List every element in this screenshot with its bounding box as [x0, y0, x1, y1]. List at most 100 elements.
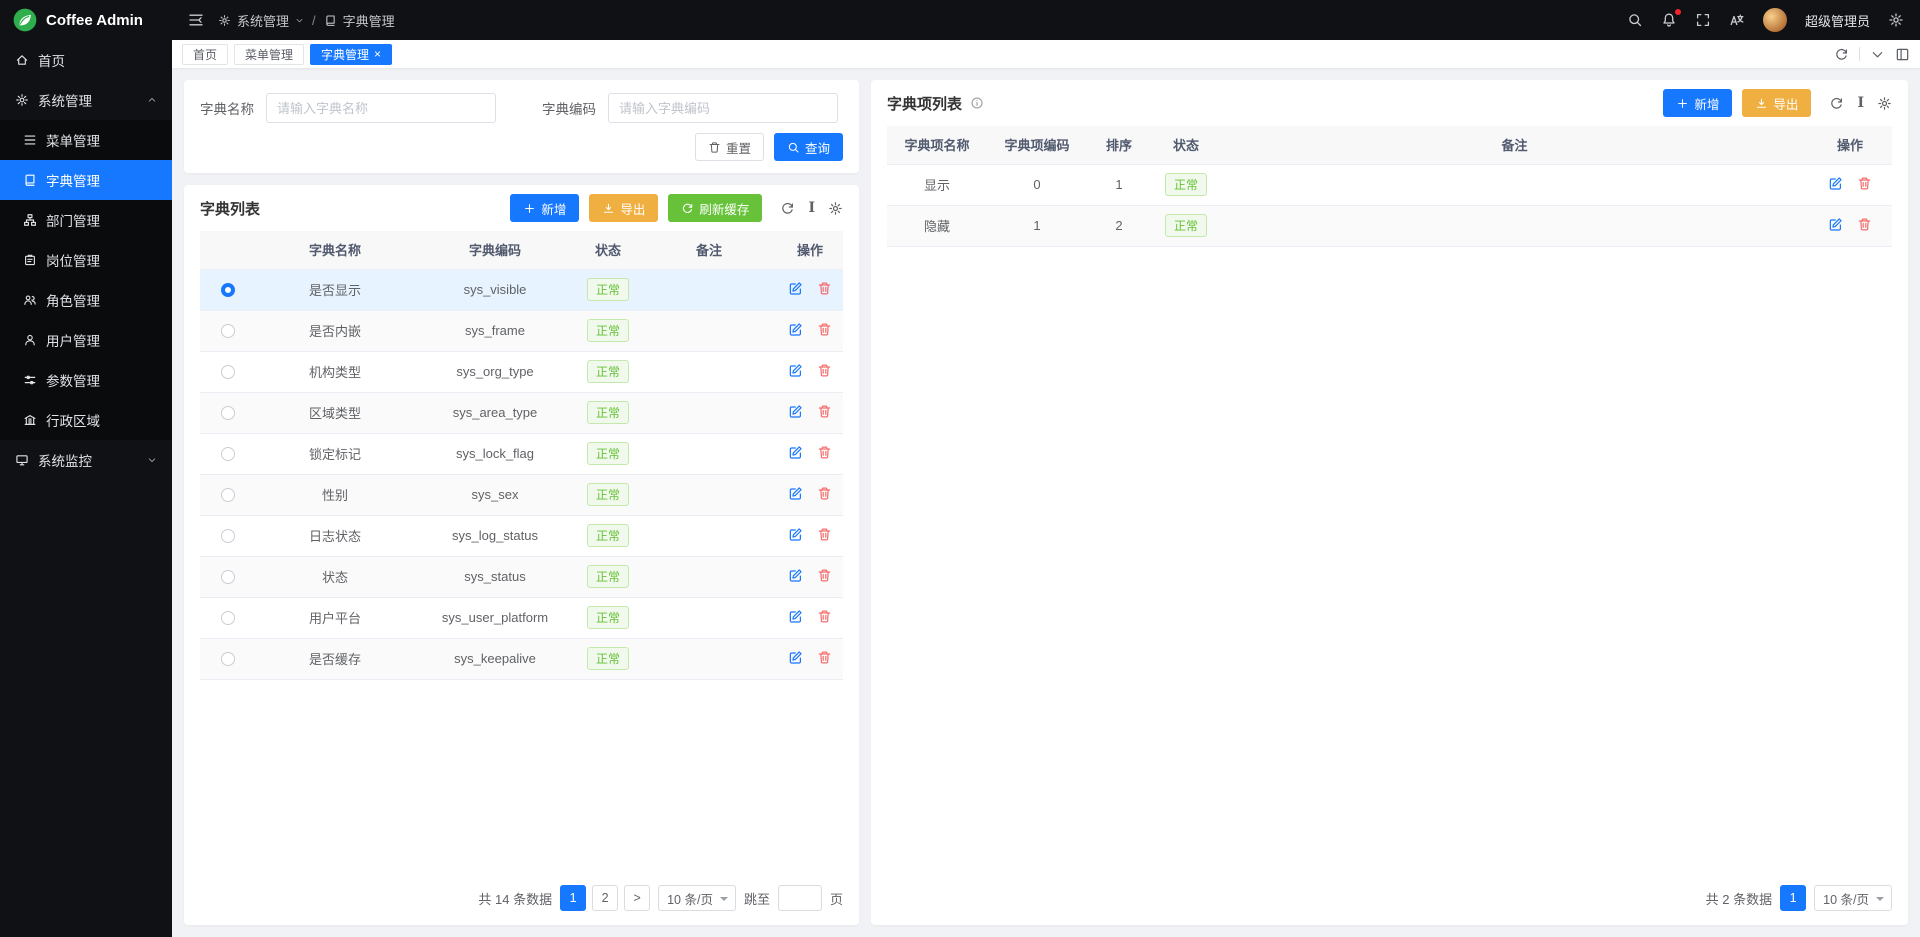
row-select-radio[interactable]: [221, 529, 235, 543]
sidebar-item-dept-mgmt[interactable]: 部门管理: [0, 200, 172, 240]
edit-icon[interactable]: [788, 486, 803, 501]
refresh-icon[interactable]: [1834, 47, 1849, 62]
row-select-radio[interactable]: [221, 652, 235, 666]
edit-icon[interactable]: [1828, 217, 1843, 232]
edit-icon[interactable]: [788, 568, 803, 583]
edit-icon[interactable]: [788, 281, 803, 296]
delete-icon[interactable]: [817, 281, 832, 296]
sidebar-item-home[interactable]: 首页: [0, 40, 172, 80]
dict-table-row[interactable]: 锁定标记sys_lock_flag正常: [200, 433, 843, 474]
sidebar-item-role-mgmt[interactable]: 角色管理: [0, 280, 172, 320]
dict-table-row[interactable]: 日志状态sys_log_status正常: [200, 515, 843, 556]
edit-icon[interactable]: [788, 609, 803, 624]
user-name[interactable]: 超级管理员: [1805, 11, 1870, 30]
item-table-row[interactable]: 隐藏12正常: [887, 205, 1892, 246]
item-sort-cell: 2: [1087, 205, 1151, 246]
dict-table-row[interactable]: 机构类型sys_org_type正常: [200, 351, 843, 392]
delete-icon[interactable]: [817, 568, 832, 583]
translate-icon[interactable]: [1729, 12, 1745, 28]
dict-code-input[interactable]: [608, 93, 838, 123]
layout-icon[interactable]: [1895, 47, 1910, 62]
row-select-radio[interactable]: [221, 447, 235, 461]
delete-icon[interactable]: [1857, 176, 1872, 191]
page-button[interactable]: 2: [592, 885, 618, 911]
sidebar-item-region-mgmt[interactable]: 行政区域: [0, 400, 172, 440]
dict-table-row[interactable]: 状态sys_status正常: [200, 556, 843, 597]
dict-list-card: 字典列表 新增 导出 刷新缓存: [184, 185, 859, 925]
dict-table-row[interactable]: 区域类型sys_area_type正常: [200, 392, 843, 433]
delete-icon[interactable]: [817, 445, 832, 460]
edit-icon[interactable]: [788, 445, 803, 460]
tab-menu-mgmt[interactable]: 菜单管理: [234, 44, 304, 65]
sidebar-group-system[interactable]: 系统管理: [0, 80, 172, 120]
delete-icon[interactable]: [817, 363, 832, 378]
row-select-radio[interactable]: [221, 611, 235, 625]
row-select-radio[interactable]: [221, 324, 235, 338]
edit-icon[interactable]: [788, 363, 803, 378]
page-button[interactable]: 1: [560, 885, 586, 911]
sidebar-item-param-mgmt[interactable]: 参数管理: [0, 360, 172, 400]
add-item-button[interactable]: 新增: [1663, 89, 1732, 117]
font-size-icon[interactable]: I: [1857, 96, 1864, 110]
sidebar-item-dict-mgmt[interactable]: 字典管理: [0, 160, 172, 200]
row-select-radio[interactable]: [221, 570, 235, 584]
tab-dict-mgmt[interactable]: 字典管理 ×: [310, 44, 392, 65]
breadcrumb-level1[interactable]: 系统管理: [237, 11, 289, 30]
sidebar-item-menu-mgmt[interactable]: 菜单管理: [0, 120, 172, 160]
refresh-icon[interactable]: [1829, 96, 1844, 111]
page-jump-input[interactable]: [778, 885, 822, 911]
settings-icon[interactable]: [1888, 12, 1904, 28]
chevron-down-icon[interactable]: [1870, 47, 1885, 62]
sidebar-item-user-mgmt[interactable]: 用户管理: [0, 320, 172, 360]
query-button[interactable]: 查询: [774, 133, 843, 161]
row-select-radio[interactable]: [221, 488, 235, 502]
dict-table-row[interactable]: 是否内嵌sys_frame正常: [200, 310, 843, 351]
delete-icon[interactable]: [817, 486, 832, 501]
gear-icon[interactable]: [1877, 96, 1892, 111]
edit-icon[interactable]: [788, 650, 803, 665]
refresh-icon[interactable]: [780, 201, 795, 216]
page-size-select[interactable]: 10 条/页: [658, 885, 736, 911]
add-dict-button[interactable]: 新增: [510, 194, 579, 222]
tab-home[interactable]: 首页: [182, 44, 228, 65]
edit-icon[interactable]: [1828, 176, 1843, 191]
delete-icon[interactable]: [817, 322, 832, 337]
avatar[interactable]: [1763, 8, 1787, 32]
sidebar-group-monitor[interactable]: 系统监控: [0, 440, 172, 480]
reset-button[interactable]: 重置: [695, 133, 764, 161]
row-select-radio[interactable]: [221, 365, 235, 379]
delete-icon[interactable]: [817, 609, 832, 624]
delete-icon[interactable]: [817, 650, 832, 665]
col-actions: 操作: [777, 231, 843, 269]
edit-icon[interactable]: [788, 322, 803, 337]
export-item-button[interactable]: 导出: [1742, 89, 1811, 117]
dict-table-row[interactable]: 性别sys_sex正常: [200, 474, 843, 515]
menu-fold-icon[interactable]: [188, 12, 204, 28]
sidebar-item-post-mgmt[interactable]: 岗位管理: [0, 240, 172, 280]
font-size-icon[interactable]: I: [808, 201, 815, 215]
notifications-button[interactable]: [1661, 12, 1677, 28]
delete-icon[interactable]: [817, 404, 832, 419]
breadcrumb-level2[interactable]: 字典管理: [343, 11, 395, 30]
export-dict-button[interactable]: 导出: [589, 194, 658, 222]
dict-table-row[interactable]: 用户平台sys_user_platform正常: [200, 597, 843, 638]
page-button[interactable]: 1: [1780, 885, 1806, 911]
delete-icon[interactable]: [1857, 217, 1872, 232]
row-select-radio[interactable]: [221, 406, 235, 420]
item-table-row[interactable]: 显示01正常: [887, 164, 1892, 205]
row-select-radio[interactable]: [221, 283, 235, 297]
search-icon[interactable]: [1627, 12, 1643, 28]
close-icon[interactable]: ×: [374, 48, 381, 60]
dict-name-input[interactable]: [266, 93, 496, 123]
app-logo[interactable]: Coffee Admin: [0, 0, 172, 40]
dict-table-row[interactable]: 是否缓存sys_keepalive正常: [200, 638, 843, 679]
refresh-cache-button[interactable]: 刷新缓存: [668, 194, 762, 222]
edit-icon[interactable]: [788, 404, 803, 419]
edit-icon[interactable]: [788, 527, 803, 542]
fullscreen-icon[interactable]: [1695, 12, 1711, 28]
page-size-select[interactable]: 10 条/页: [1814, 885, 1892, 911]
gear-icon[interactable]: [828, 201, 843, 216]
delete-icon[interactable]: [817, 527, 832, 542]
next-page-button[interactable]: >: [624, 885, 650, 911]
dict-table-row[interactable]: 是否显示sys_visible正常: [200, 269, 843, 310]
